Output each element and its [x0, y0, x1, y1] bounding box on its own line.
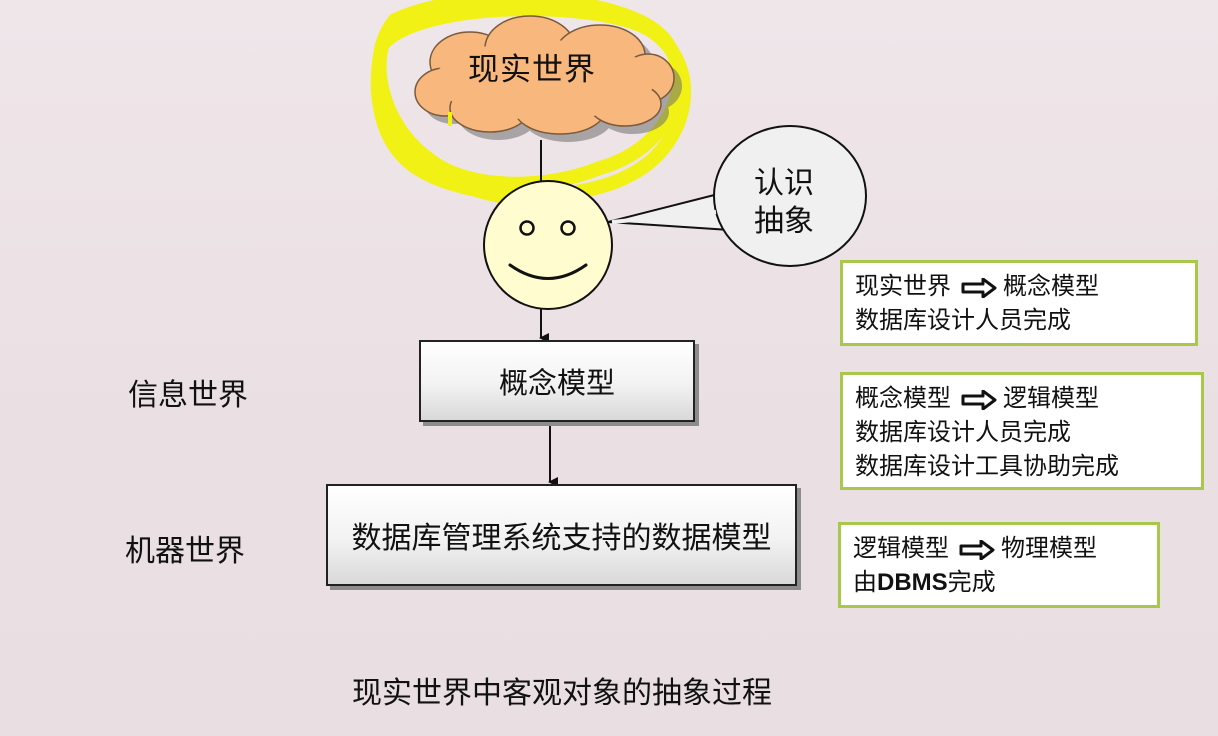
info-world-label: 信息世界	[128, 378, 248, 413]
note-2-to: 逻辑模型	[1003, 384, 1099, 412]
note-3-to: 物理模型	[1001, 534, 1097, 562]
note-3-mapping: 逻辑模型 物理模型	[853, 531, 1145, 565]
diagram-caption: 现实世界中客观对象的抽象过程	[352, 676, 772, 711]
concept-model-label: 概念模型	[498, 366, 615, 400]
note-1-line: 数据库设计人员完成	[855, 306, 1071, 334]
right-arrow-icon	[961, 389, 997, 410]
note-3-dbms: DBMS	[877, 569, 948, 596]
note-1-to: 概念模型	[1003, 272, 1099, 300]
right-arrow-icon	[961, 277, 997, 298]
speech-line-2: 抽象	[754, 204, 814, 239]
dbms-model-box: 数据库管理系统支持的数据模型	[326, 484, 797, 586]
note-3-line: 由DBMS完成	[853, 565, 1145, 600]
note-3-prefix: 由	[853, 568, 877, 596]
dbms-model-label: 数据库管理系统支持的数据模型	[351, 521, 772, 556]
note-2-line-2: 数据库设计工具协助完成	[855, 452, 1119, 480]
note-2-from: 概念模型	[855, 384, 951, 412]
right-arrow-icon	[959, 539, 995, 560]
note-2-mapping: 概念模型 逻辑模型	[855, 381, 1189, 415]
note-3-from: 逻辑模型	[853, 534, 949, 562]
note-reality-to-concept: 现实世界 概念模型 数据库设计人员完成	[840, 260, 1198, 346]
note-1-from: 现实世界	[855, 272, 951, 300]
cloud-label: 现实世界	[468, 52, 596, 88]
note-1-mapping: 现实世界 概念模型	[855, 269, 1183, 303]
machine-world-label: 机器世界	[125, 534, 245, 569]
note-3-suffix: 完成	[947, 568, 996, 596]
note-logical-to-physical: 逻辑模型 物理模型 由DBMS完成	[838, 522, 1160, 608]
concept-model-box: 概念模型	[419, 340, 695, 422]
note-2-line-1: 数据库设计人员完成	[855, 418, 1071, 446]
note-concept-to-logical: 概念模型 逻辑模型 数据库设计人员完成 数据库设计工具协助完成	[840, 372, 1204, 490]
smiley-face-icon	[483, 180, 613, 310]
